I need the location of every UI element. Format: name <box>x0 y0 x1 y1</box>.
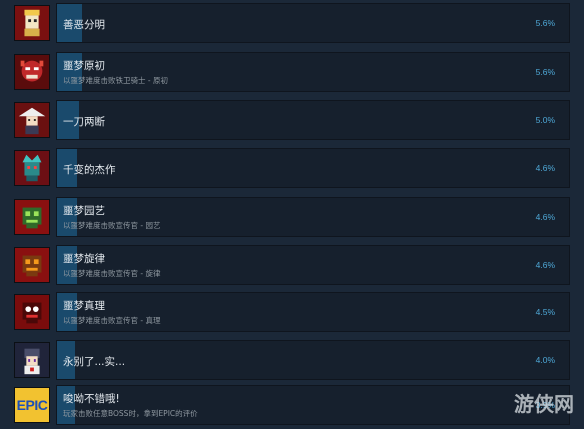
unlock-percent: 4.5% <box>535 307 555 317</box>
unlock-percent: 5.0% <box>535 115 555 125</box>
orange-skull-icon <box>14 247 50 283</box>
achievement-title: 噩梦旋律 <box>63 253 105 265</box>
achievement-row[interactable]: 噩梦真理 以噩梦难度击败宣传官 - 真理 4.5% <box>10 292 570 332</box>
red-skull-icon <box>14 294 50 330</box>
unlock-percent: 4.6% <box>535 260 555 270</box>
achievement-title: 一刀两断 <box>63 116 105 128</box>
red-demon-icon <box>14 54 50 90</box>
watermark-logo: 游侠网 <box>514 392 574 416</box>
achievement-description: 玩家击败任意BOSS时，拿到EPIC的评价 <box>63 409 198 418</box>
epic-label: EPIC <box>16 397 48 413</box>
achievement-row[interactable]: 永别了...实... 4.0% <box>10 340 570 380</box>
achievement-progress: 永别了...实... 4.0% <box>56 340 570 380</box>
achievement-row[interactable]: 善恶分明 5.6% <box>10 3 570 43</box>
unlock-percent: 4.0% <box>535 355 555 365</box>
golden-king-icon <box>14 5 50 41</box>
unlock-percent: 5.6% <box>535 18 555 28</box>
achievement-progress: 千变的杰作 4.6% <box>56 148 570 188</box>
epic-badge-icon: EPIC <box>14 387 50 423</box>
achievement-title: 永别了...实... <box>63 356 126 368</box>
achievement-title: 千变的杰作 <box>63 164 116 176</box>
achievement-description: 以噩梦难度击败宣传官 - 园艺 <box>63 221 161 230</box>
unlock-percent: 4.6% <box>535 212 555 222</box>
achievement-progress: 噩梦真理 以噩梦难度击败宣传官 - 真理 4.5% <box>56 292 570 332</box>
achievement-progress: 噩梦原初 以噩梦难度击败铁卫骑士 - 原初 5.6% <box>56 52 570 92</box>
achievement-progress: 噩梦旋律 以噩梦难度击败宣传官 - 旋律 4.6% <box>56 245 570 285</box>
achievement-description: 以噩梦难度击败宣传官 - 真理 <box>63 316 161 325</box>
achievement-row[interactable]: EPIC 唆呦不错哦! 玩家击败任意BOSS时，拿到EPIC的评价 3.9% <box>10 385 570 425</box>
achievement-progress: 善恶分明 5.6% <box>56 3 570 43</box>
achievement-description: 以噩梦难度击败铁卫骑士 - 原初 <box>63 76 168 85</box>
achievement-row[interactable]: 千变的杰作 4.6% <box>10 148 570 188</box>
achievement-row[interactable]: 一刀两断 5.0% <box>10 100 570 140</box>
achievement-title: 唆呦不错哦! <box>63 393 120 405</box>
achievement-progress: 一刀两断 5.0% <box>56 100 570 140</box>
unlock-percent: 5.6% <box>535 67 555 77</box>
achievement-progress: 唆呦不错哦! 玩家击败任意BOSS时，拿到EPIC的评价 3.9% <box>56 385 570 425</box>
achievement-title: 善恶分明 <box>63 19 105 31</box>
achievement-list: 善恶分明 5.6% 噩梦原初 以噩梦难度击败铁卫骑士 - 原初 5.6% 一刀两… <box>0 0 584 429</box>
achievement-title: 噩梦真理 <box>63 300 105 312</box>
unlock-percent: 4.6% <box>535 163 555 173</box>
achievement-progress: 噩梦园艺 以噩梦难度击败宣传官 - 园艺 4.6% <box>56 197 570 237</box>
achievement-row[interactable]: 噩梦旋律 以噩梦难度击败宣传官 - 旋律 4.6% <box>10 245 570 285</box>
achievement-title: 噩梦原初 <box>63 60 105 72</box>
maid-girl-icon <box>14 342 50 378</box>
crowned-mask-icon <box>14 150 50 186</box>
achievement-title: 噩梦园艺 <box>63 205 105 217</box>
straw-hat-samurai-icon <box>14 102 50 138</box>
achievement-row[interactable]: 噩梦园艺 以噩梦难度击败宣传官 - 园艺 4.6% <box>10 197 570 237</box>
achievement-description: 以噩梦难度击败宣传官 - 旋律 <box>63 269 161 278</box>
green-skull-icon <box>14 199 50 235</box>
achievement-row[interactable]: 噩梦原初 以噩梦难度击败铁卫骑士 - 原初 5.6% <box>10 52 570 92</box>
